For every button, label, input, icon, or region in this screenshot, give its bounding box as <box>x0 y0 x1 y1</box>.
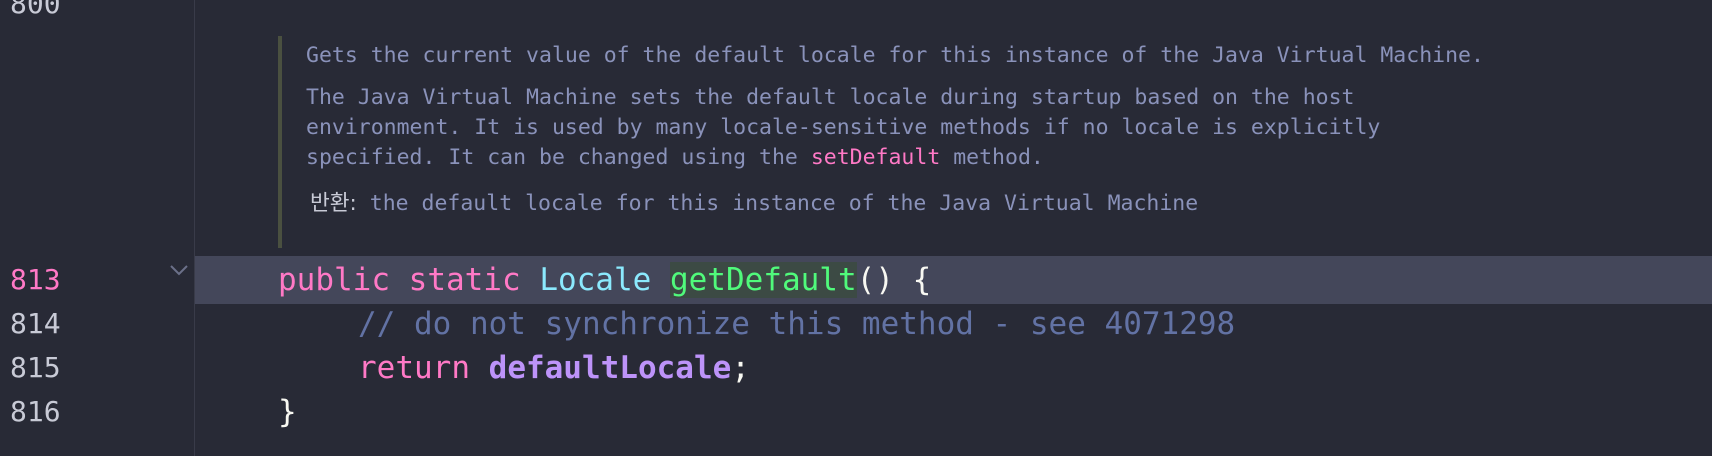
method-name[interactable]: getDefault <box>669 262 857 298</box>
doc-summary: Gets the current value of the default lo… <box>306 43 1484 68</box>
closing-brace: } <box>278 394 297 430</box>
line-number: 814 <box>10 307 61 340</box>
doc-returns: 반환: the default locale for this instance… <box>310 188 1198 220</box>
doc-text: method. <box>940 145 1044 170</box>
code-line-814[interactable]: // do not synchronize this method - see … <box>358 300 1235 348</box>
keyword: return <box>358 350 470 386</box>
punctuation: () { <box>856 262 932 298</box>
type-name: Locale <box>539 262 652 298</box>
field-name[interactable]: defaultLocale <box>489 350 732 386</box>
line-number-active: 813 <box>10 263 61 296</box>
doc-returns-label: 반환: <box>310 191 357 216</box>
keyword: static <box>408 262 521 298</box>
doc-link-setDefault[interactable]: setDefault <box>811 145 940 170</box>
doc-returns-text: the default locale for this instance of … <box>356 191 1199 216</box>
doc-description-line: The Java Virtual Machine sets the defaul… <box>306 85 1355 110</box>
doc-text: specified. It can be changed using the <box>306 145 811 170</box>
doc-description-line: environment. It is used by many locale-s… <box>306 115 1381 140</box>
javadoc-rendered-block: Gets the current value of the default lo… <box>278 36 1702 248</box>
doc-description-line: specified. It can be changed using the s… <box>306 142 1044 174</box>
line-number: 800 <box>10 0 61 20</box>
comment: // do not synchronize this method - see … <box>358 306 1236 342</box>
line-number: 815 <box>10 351 61 384</box>
punctuation: ; <box>731 350 750 386</box>
code-line-815[interactable]: return defaultLocale; <box>358 344 750 392</box>
fold-chevron-down-icon[interactable] <box>166 256 192 282</box>
line-number-gutter[interactable]: 800 813 814 815 816 <box>0 0 195 456</box>
keyword: public <box>278 262 390 298</box>
code-line-816[interactable]: } <box>278 388 297 436</box>
line-number: 816 <box>10 395 61 428</box>
code-line-813[interactable]: public static Locale getDefault() { <box>278 256 931 304</box>
